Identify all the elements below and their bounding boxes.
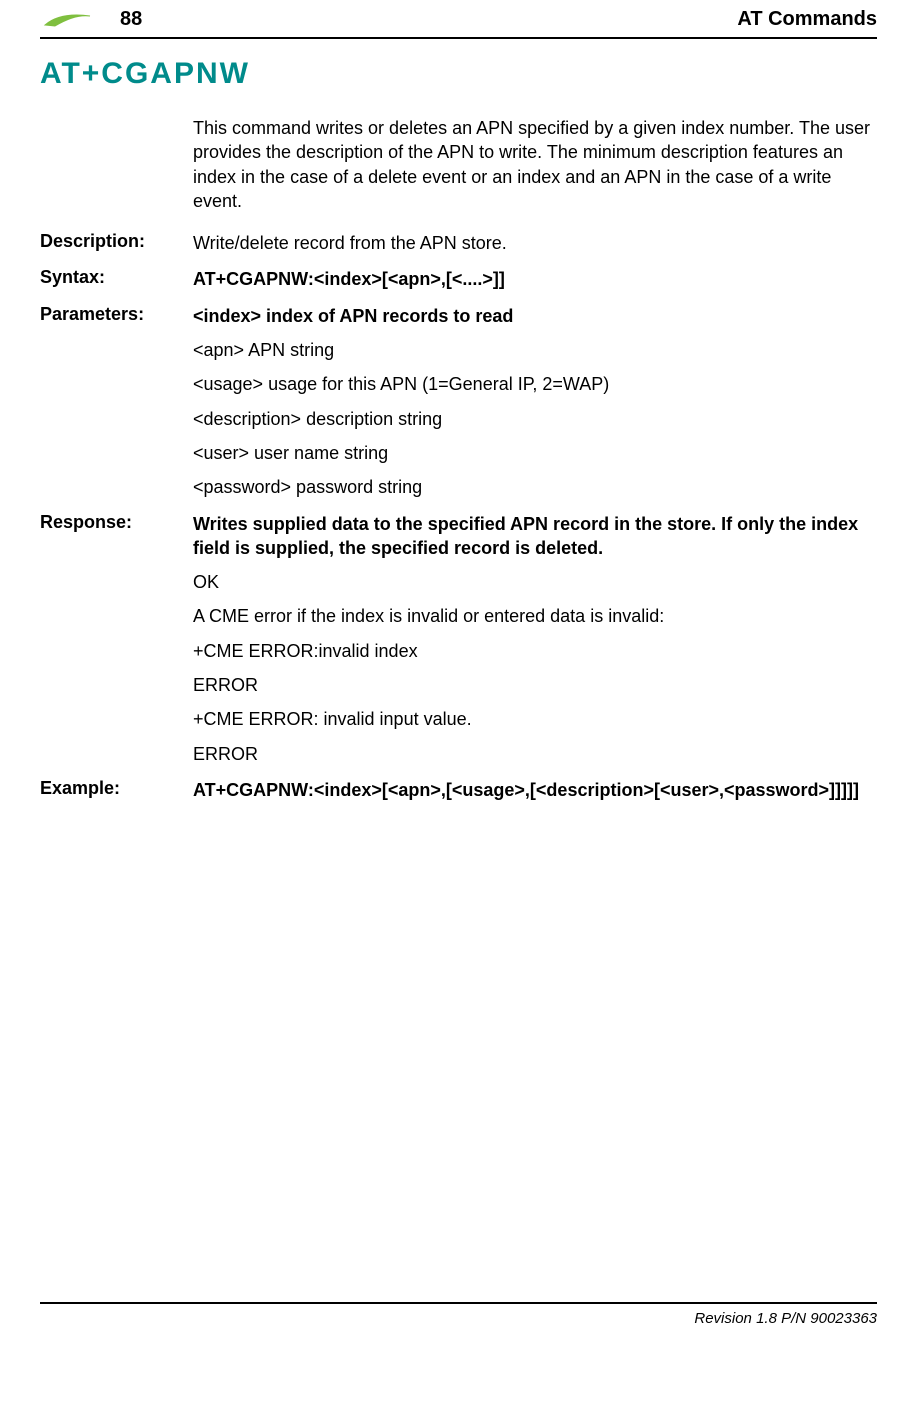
page-header: 88 AT Commands	[40, 0, 877, 35]
page-number: 88	[120, 8, 142, 31]
example-content: AT+CGAPNW:<index>[<apn>,[<usage>,[<descr…	[193, 778, 877, 802]
example-entry: Example: AT+CGAPNW:<index>[<apn>,[<usage…	[40, 778, 877, 802]
parameters-entry: Parameters: <index> index of APN records…	[40, 304, 877, 500]
description-content: Write/delete record from the APN store.	[193, 231, 877, 255]
response-label: Response:	[40, 512, 193, 766]
description-entry: Description: Write/delete record from th…	[40, 231, 877, 255]
syntax-entry: Syntax: AT+CGAPNW:<index>[<apn>,[<....>]…	[40, 267, 877, 291]
response-entry: Response: Writes supplied data to the sp…	[40, 512, 877, 766]
command-title: AT+CGAPNW	[40, 57, 877, 91]
parameters-label: Parameters:	[40, 304, 193, 500]
description-label: Description:	[40, 231, 193, 255]
response-content: Writes supplied data to the specified AP…	[193, 512, 877, 766]
chapter-title: AT Commands	[737, 8, 877, 31]
logo-icon	[40, 10, 100, 30]
page-footer: Revision 1.8 P/N 90023363	[40, 1302, 877, 1327]
syntax-content: AT+CGAPNW:<index>[<apn>,[<....>]]	[193, 267, 877, 291]
header-divider	[40, 37, 877, 39]
footer-text: Revision 1.8 P/N 90023363	[40, 1304, 877, 1327]
example-label: Example:	[40, 778, 193, 802]
parameters-content: <index> index of APN records to read <ap…	[193, 304, 877, 500]
syntax-label: Syntax:	[40, 267, 193, 291]
intro-paragraph: This command writes or deletes an APN sp…	[193, 116, 877, 213]
